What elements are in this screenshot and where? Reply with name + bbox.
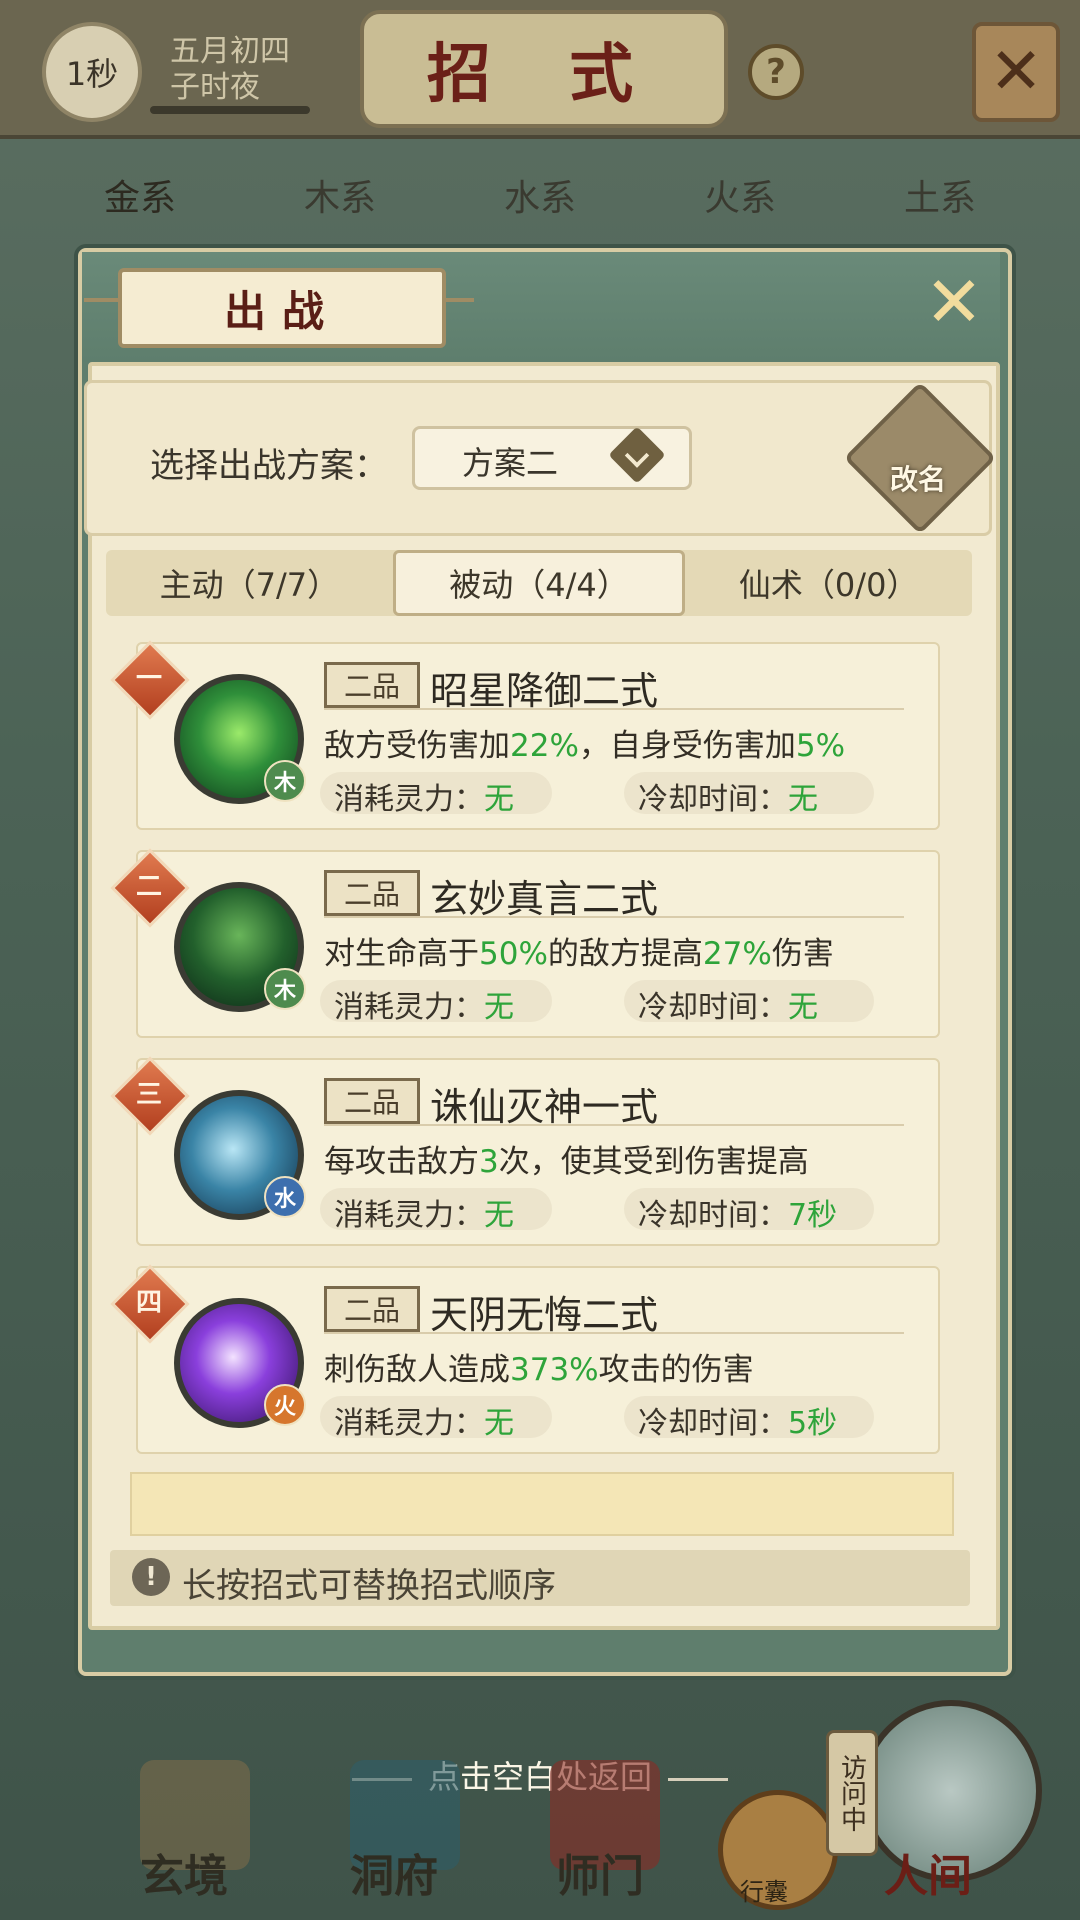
page-title-plate: 招 式: [360, 10, 728, 128]
skill-name: 昭星降御二式: [430, 669, 659, 713]
skill-description: 每攻击敌方3次，使其受到伤害提高: [324, 1144, 809, 1180]
wood-element-icon: 木: [264, 968, 306, 1010]
divider: [324, 1124, 904, 1126]
cooldown-time: 冷却时间：无: [638, 782, 818, 817]
divider: [324, 1332, 904, 1334]
tab-passive-skills[interactable]: 被动（4/4）: [392, 550, 686, 616]
modal-close-icon[interactable]: ✕: [920, 261, 988, 343]
tab-water[interactable]: 水系: [440, 160, 640, 230]
rank-number: 一: [135, 664, 162, 694]
spirit-cost: 消耗灵力：无: [334, 990, 514, 1025]
rename-button-label[interactable]: 改名: [868, 458, 968, 498]
nav-dongfu[interactable]: 洞府: [350, 1840, 438, 1904]
skill-card[interactable]: 二 木 二品 玄妙真言二式 对生命高于50%的敌方提高27%伤害 消耗灵力：无 …: [110, 848, 940, 1038]
grade-badge: 二品: [324, 870, 420, 916]
tip-text: 长按招式可替换招式顺序: [182, 1566, 556, 1606]
skill-card[interactable]: 三 水 二品 诛仙灭神一式 每攻击敌方3次，使其受到伤害提高 消耗灵力：无 冷却…: [110, 1056, 940, 1246]
skill-type-tabs: 主动（7/7） 被动（4/4） 仙术（0/0）: [106, 550, 972, 616]
fire-element-icon: 火: [264, 1384, 306, 1426]
skill-description: 对生命高于50%的敌方提高27%伤害: [324, 936, 834, 972]
tab-immortal-arts[interactable]: 仙术（0/0）: [685, 550, 972, 616]
bag-label[interactable]: 行囊: [740, 1872, 788, 1907]
empty-skill-slot[interactable]: [130, 1472, 954, 1536]
spirit-cost: 消耗灵力：无: [334, 782, 514, 817]
skill-name: 玄妙真言二式: [430, 877, 659, 921]
divider: [324, 708, 904, 710]
page-title: 招 式: [426, 37, 662, 112]
nav-shimen[interactable]: 师门: [556, 1840, 644, 1904]
tab-wood[interactable]: 木系: [240, 160, 440, 230]
skill-name: 诛仙灭神一式: [430, 1085, 659, 1129]
scheme-label: 选择出战方案：: [150, 446, 388, 486]
spirit-cost: 消耗灵力：无: [334, 1198, 514, 1233]
grade-badge: 二品: [324, 662, 420, 708]
water-element-icon: 水: [264, 1176, 306, 1218]
skill-card[interactable]: 一 木 二品 昭星降御二式 敌方受伤害加22%，自身受伤害加5% 消耗灵力：无 …: [110, 640, 940, 830]
rank-number: 二: [135, 872, 162, 902]
hint-ornament: [668, 1777, 728, 1781]
nav-renjian[interactable]: 人间: [884, 1840, 972, 1904]
time-period-text: 子时夜: [170, 70, 260, 105]
nav-xuanjing[interactable]: 玄境: [140, 1840, 228, 1904]
modal-title-plate: 出战: [118, 268, 446, 348]
info-icon: !: [132, 1558, 170, 1596]
element-tabs: 金系 木系 水系 火系 土系: [40, 160, 1040, 230]
skill-description: 敌方受伤害加22%，自身受伤害加5%: [324, 728, 846, 764]
rank-number: 三: [135, 1080, 162, 1110]
skill-name: 天阴无悔二式: [430, 1293, 659, 1337]
skill-description: 刺伤敌人造成373%攻击的伤害: [324, 1352, 754, 1388]
skill-card[interactable]: 四 火 二品 天阴无悔二式 刺伤敌人造成373%攻击的伤害 消耗灵力：无 冷却时…: [110, 1264, 940, 1454]
visiting-tag: 访问中: [826, 1730, 878, 1856]
grade-badge: 二品: [324, 1078, 420, 1124]
tab-fire[interactable]: 火系: [640, 160, 840, 230]
close-icon[interactable]: ✕: [972, 22, 1060, 122]
skill-list: 一 木 二品 昭星降御二式 敌方受伤害加22%，自身受伤害加5% 消耗灵力：无 …: [106, 632, 972, 1532]
cooldown-time: 冷却时间：7秒: [638, 1198, 838, 1233]
rank-number: 四: [135, 1288, 162, 1318]
tab-metal[interactable]: 金系: [40, 160, 240, 230]
timer-badge: 1秒: [42, 22, 142, 122]
wood-element-icon: 木: [264, 760, 306, 802]
grade-badge: 二品: [324, 1286, 420, 1332]
cooldown-time: 冷却时间：5秒: [638, 1406, 838, 1441]
divider: [324, 916, 904, 918]
time-progress-bar: [150, 106, 310, 114]
modal-title: 出战: [223, 286, 340, 336]
tab-active-skills[interactable]: 主动（7/7）: [106, 550, 393, 616]
tab-earth[interactable]: 土系: [840, 160, 1040, 230]
scheme-dropdown-value: 方案二: [462, 444, 559, 482]
cooldown-time: 冷却时间：无: [638, 990, 818, 1025]
spirit-cost: 消耗灵力：无: [334, 1406, 514, 1441]
help-icon[interactable]: ?: [748, 44, 804, 100]
